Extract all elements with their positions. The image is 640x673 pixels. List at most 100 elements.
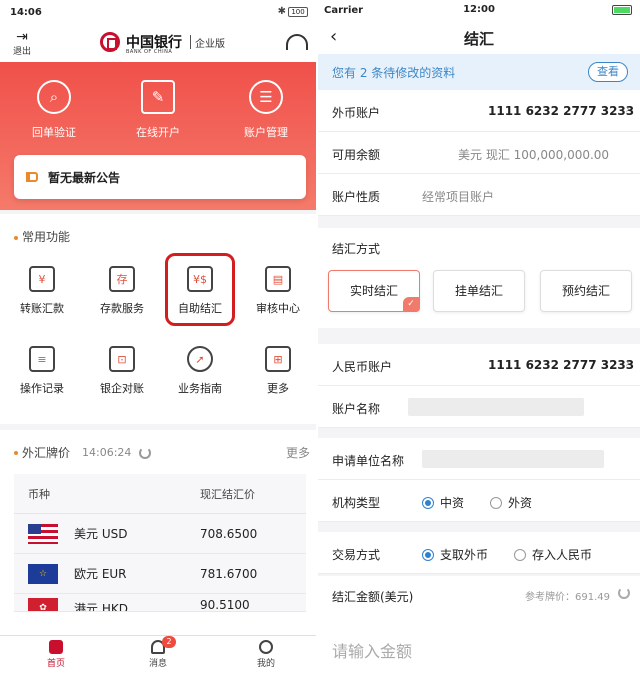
field-label: 外币账户: [332, 106, 381, 120]
radio-label: 中资: [440, 496, 465, 510]
brand: 中国银行 BANK OF CHINA 企业版: [100, 32, 225, 55]
function-label: 审核中心: [256, 302, 300, 315]
radio-label: 存入人民币: [532, 548, 593, 562]
logout-button[interactable]: ⇥ 退出: [10, 30, 34, 57]
brand-divider: [190, 35, 191, 49]
fx-more-link[interactable]: 更多: [286, 444, 310, 461]
field-label: 账户名称: [332, 402, 381, 416]
currency-name: 港元 HKD: [74, 601, 128, 612]
deposit-icon: 存: [109, 266, 135, 292]
function-transfer[interactable]: ¥ 转账汇款: [6, 266, 78, 316]
reference-rate: 参考牌价：691.49: [525, 592, 610, 603]
nav-bar: ‹ 结汇: [318, 20, 640, 54]
currency-name: 欧元 EUR: [74, 567, 127, 581]
fx-header: 外汇牌价 14:06:24: [14, 444, 152, 461]
table-row[interactable]: ✿ 港元 HKD 90.5100: [14, 594, 306, 612]
redacted-value: [408, 398, 584, 416]
compass-icon: ➚: [187, 346, 213, 372]
fx-account-row[interactable]: 外币账户 1111 6232 2777 3233 ›: [318, 90, 640, 132]
table-row[interactable]: ☆ 欧元 EUR 781.6700: [14, 554, 306, 594]
banner-item-receipt[interactable]: ⌕ 回单验证: [14, 80, 94, 140]
record-icon: ≡: [29, 346, 55, 372]
method-realtime[interactable]: 实时结汇: [328, 270, 420, 312]
customer-service-icon[interactable]: [286, 34, 308, 50]
function-label: 业务指南: [178, 382, 222, 395]
radio-withdraw-fx[interactable]: 支取外币: [422, 546, 488, 563]
function-more[interactable]: ⊞ 更多: [242, 346, 314, 396]
radio-unchecked-icon: [514, 548, 526, 561]
function-reconcile[interactable]: ⊡ 银企对账: [86, 346, 158, 396]
common-functions: 常用功能 ¥ 转账汇款 存 存款服务 ¥$ 自助结汇 ▤ 审核中心 ≡ 操作记录: [0, 214, 316, 424]
section-title-text: 常用功能: [22, 230, 71, 244]
page-title: 结汇: [463, 30, 494, 48]
function-review[interactable]: ▤ 审核中心: [242, 266, 314, 316]
tab-label: 我的: [256, 659, 275, 669]
refresh-icon[interactable]: [618, 587, 630, 599]
balance-row: 可用余额 美元 现汇 100,000,000.00: [318, 132, 640, 174]
bluetooth-icon: ✱: [277, 6, 286, 17]
tab-mine[interactable]: 我的: [246, 640, 286, 669]
refresh-icon[interactable]: [139, 446, 152, 459]
status-bar: Carrier 12:00: [318, 0, 640, 20]
fx-title: 外汇牌价: [22, 446, 71, 460]
amount-section: 结汇金额(美元) 参考牌价：691.49 请输入金额: [318, 576, 640, 673]
settlement-screen: Carrier 12:00 ‹ 结汇 您有 2 条待修改的资料 查看 外币账户 …: [318, 0, 640, 673]
method-pending-order[interactable]: 挂单结汇: [433, 270, 525, 312]
message-badge: 2: [162, 636, 176, 648]
status-time: 14:06: [10, 6, 42, 18]
edition-label: 企业版: [195, 38, 225, 50]
section-title: 常用功能: [14, 228, 70, 245]
user-manage-icon: ☰: [249, 80, 283, 114]
function-label: 转账汇款: [20, 302, 64, 315]
pending-text: 您有 2 条待修改的资料: [332, 66, 456, 80]
status-time: 12:00: [463, 4, 495, 15]
battery-icon: [612, 5, 632, 15]
tab-home[interactable]: 首页: [36, 640, 76, 669]
fx-table: 币种 现汇结汇价 美元 USD 708.6500 ☆ 欧元 EUR 781.670…: [14, 474, 306, 612]
battery-icon: 100: [288, 7, 308, 17]
banner-item-label: 账户管理: [244, 126, 288, 139]
amount-input[interactable]: 请输入金额: [332, 638, 412, 662]
tab-label: 首页: [46, 659, 65, 669]
redacted-value: [422, 450, 604, 468]
field-label: 账户性质: [332, 190, 381, 204]
radio-checked-icon: [422, 548, 434, 561]
receipt-verify-icon: ⌕: [37, 80, 71, 114]
function-label: 操作记录: [20, 382, 64, 395]
rmb-account-row[interactable]: 人民币账户 1111 6232 2777 3233 ›: [318, 344, 640, 386]
banner-item-open-account[interactable]: ✎ 在线开户: [118, 80, 198, 140]
col-currency: 币种: [28, 487, 50, 501]
fx-time: 14:06:24: [82, 446, 132, 459]
radio-domestic[interactable]: 中资: [422, 494, 464, 511]
chevron-right-icon: ›: [625, 102, 630, 116]
col-rate: 现汇结汇价: [200, 487, 255, 501]
banner-item-label: 回单验证: [32, 126, 76, 139]
review-icon: ▤: [265, 266, 291, 292]
hk-flag-icon: ✿: [28, 598, 58, 611]
settlement-method: 结汇方式 实时结汇 挂单结汇 预约结汇: [318, 228, 640, 328]
table-row[interactable]: 美元 USD 708.6500: [14, 514, 306, 554]
tab-label: 消息: [148, 659, 167, 669]
notice-text: 暂无最新公告: [48, 170, 121, 185]
radio-unchecked-icon: [490, 496, 502, 509]
radio-deposit-rmb[interactable]: 存入人民币: [514, 546, 592, 563]
radio-foreign[interactable]: 外资: [490, 494, 532, 511]
account-name-row: 账户名称: [318, 386, 640, 428]
function-record[interactable]: ≡ 操作记录: [6, 346, 78, 396]
notice-bar[interactable]: 暂无最新公告: [14, 155, 306, 199]
bank-logo-icon: [100, 32, 120, 52]
currency-rate: 90.5100: [200, 598, 250, 612]
method-scheduled[interactable]: 预约结汇: [540, 270, 632, 312]
view-button[interactable]: 查看: [588, 62, 628, 82]
function-label: 更多: [267, 382, 289, 395]
function-label: 存款服务: [100, 302, 144, 315]
banner-item-account-manage[interactable]: ☰ 账户管理: [226, 80, 306, 140]
transfer-icon: ¥: [29, 266, 55, 292]
currency-rate: 708.6500: [200, 526, 258, 541]
speaker-icon: [26, 172, 38, 182]
function-guide[interactable]: ➚ 业务指南: [164, 346, 236, 396]
tab-messages[interactable]: 2 消息: [138, 636, 178, 669]
radio-label: 支取外币: [440, 548, 489, 562]
home-icon: [49, 640, 63, 654]
function-deposit[interactable]: 存 存款服务: [86, 266, 158, 316]
